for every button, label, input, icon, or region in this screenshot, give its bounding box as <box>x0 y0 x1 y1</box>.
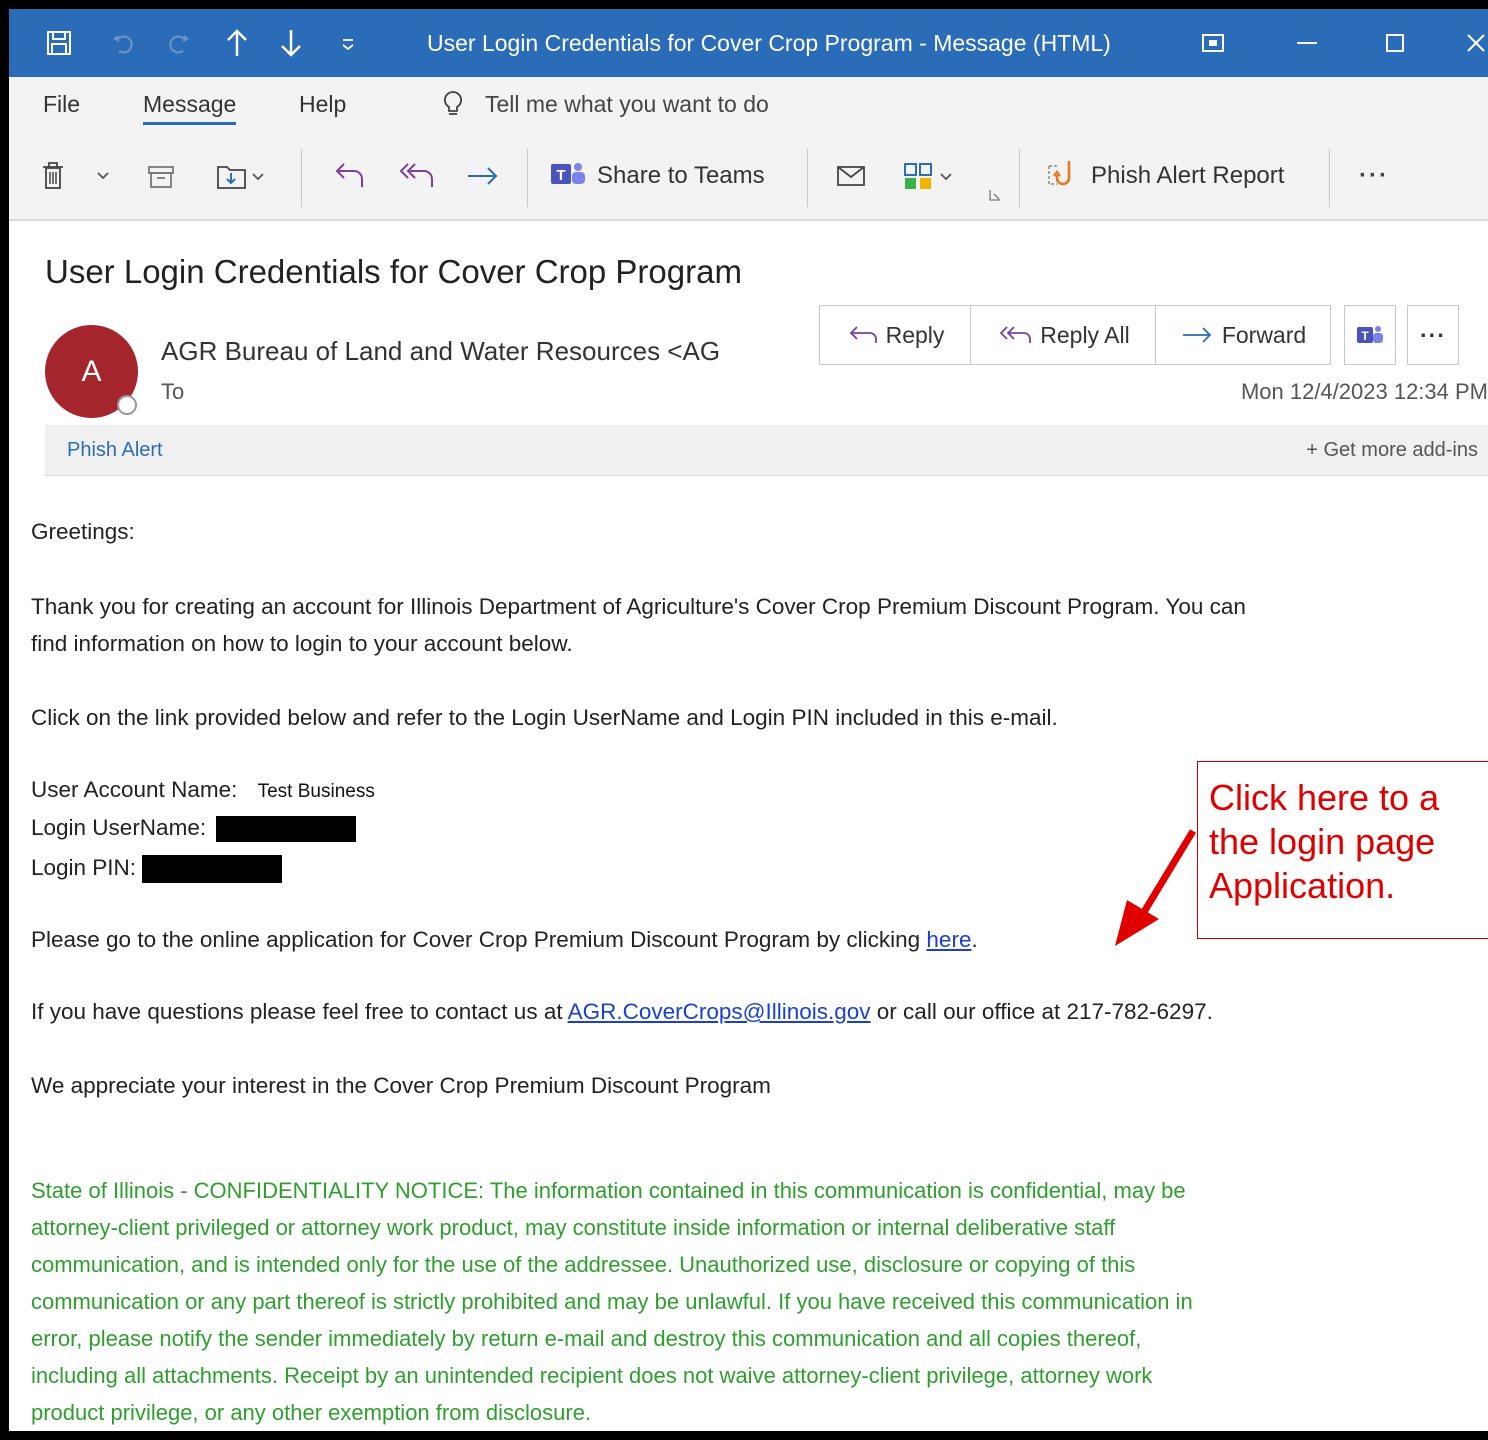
svg-text:T: T <box>1361 329 1369 343</box>
body-paragraph-5: We appreciate your interest in the Cover… <box>31 1073 771 1098</box>
redacted-username <box>216 816 357 843</box>
greeting: Greetings: <box>31 519 135 544</box>
login-pin-label: Login PIN: <box>31 855 137 880</box>
restore-icon[interactable] <box>1193 9 1233 77</box>
ribbon-tabs: File Message Help Tell me what you want … <box>9 77 1488 135</box>
lightbulb-icon <box>441 89 465 124</box>
next-item-icon[interactable] <box>271 9 311 77</box>
outlook-message-window: User Login Credentials for Cover Crop Pr… <box>9 9 1488 1431</box>
callout-line: Application. <box>1209 865 1396 906</box>
confidentiality-notice-line: including all attachments. Receipt by an… <box>31 1363 1153 1388</box>
minimize-icon[interactable] <box>1287 9 1327 77</box>
reply-all-icon <box>999 326 1032 343</box>
body-paragraph-2: Click on the link provided below and ref… <box>31 705 1058 730</box>
more-commands-button[interactable]: ··· <box>1349 155 1399 197</box>
window-title: User Login Credentials for Cover Crop Pr… <box>427 30 1111 56</box>
application-text: Please go to the online application for … <box>31 927 927 952</box>
delete-icon[interactable] <box>35 155 71 197</box>
close-icon[interactable] <box>1461 9 1488 77</box>
share-to-teams-label: Share to Teams <box>597 162 765 189</box>
login-username-line: Login UserName: <box>31 815 357 843</box>
svg-text:T: T <box>556 167 565 184</box>
tell-me-search[interactable]: Tell me what you want to do <box>485 91 769 118</box>
reply-label: Reply <box>885 321 945 348</box>
get-more-addins-link[interactable]: + Get more add-ins <box>1306 439 1478 462</box>
tab-message[interactable]: Message <box>143 91 237 125</box>
toolbar-separator <box>1019 149 1020 207</box>
toolbar-separator <box>807 149 808 207</box>
account-name-value: Test Business <box>257 781 375 802</box>
save-icon[interactable] <box>39 9 79 77</box>
customize-toolbar-icon[interactable] <box>333 9 363 77</box>
redo-icon[interactable] <box>159 9 199 77</box>
account-name-line: User Account Name: Test Business <box>31 777 375 803</box>
teams-icon: T <box>1357 326 1383 343</box>
more-actions-button[interactable]: ··· <box>1407 305 1459 365</box>
forward-button[interactable]: Forward <box>1155 305 1331 365</box>
phish-hook-icon <box>1043 158 1083 195</box>
delete-dropdown-chevron-icon[interactable] <box>93 155 113 197</box>
confidentiality-notice-line: State of Illinois - CONFIDENTIALITY NOTI… <box>31 1178 1186 1203</box>
teams-icon: T <box>549 159 589 194</box>
message-timestamp: Mon 12/4/2023 12:34 PM <box>1240 379 1488 404</box>
addin-bar: Phish Alert + Get more add-ins <box>45 425 1488 476</box>
confidentiality-notice-line: communication, and is intended only for … <box>31 1252 1136 1277</box>
login-pin-line: Login PIN: <box>31 855 283 884</box>
toolbar-separator <box>301 149 302 207</box>
toolbar-separator <box>1329 149 1330 207</box>
tab-help[interactable]: Help <box>299 91 346 118</box>
login-username-label: Login UserName: <box>31 815 207 840</box>
undo-icon[interactable] <box>103 9 143 77</box>
move-icon[interactable] <box>209 155 271 197</box>
recipient-to-label: To <box>161 379 185 404</box>
callout-line: Click here to a <box>1209 777 1440 818</box>
contact-text: If you have questions please feel free t… <box>31 999 568 1024</box>
ribbon-toolbar: T Share to Teams Phish Alert Report ··· <box>9 135 1488 221</box>
confidentiality-notice-line: attorney-client privileged or attorney w… <box>31 1215 1116 1240</box>
reply-icon[interactable] <box>327 155 371 197</box>
reply-button[interactable]: Reply <box>819 305 971 365</box>
reply-icon <box>849 326 877 343</box>
presence-status-icon <box>117 395 137 415</box>
forward-icon[interactable] <box>461 155 505 197</box>
body-paragraph-1-line-2: find information on how to login to your… <box>31 631 573 656</box>
contact-email-link[interactable]: AGR.CoverCrops@Illinois.gov <box>568 999 871 1024</box>
account-name-label: User Account Name: <box>31 777 238 802</box>
title-bar: User Login Credentials for Cover Crop Pr… <box>9 9 1488 77</box>
previous-item-icon[interactable] <box>217 9 257 77</box>
maximize-icon[interactable] <box>1375 9 1415 77</box>
application-here-link[interactable]: here <box>926 927 971 952</box>
confidentiality-notice-line: error, please notify the sender immediat… <box>31 1326 1142 1351</box>
unread-mail-icon[interactable] <box>829 155 873 197</box>
body-paragraph-4: If you have questions please feel free t… <box>31 999 1213 1025</box>
categorize-icon[interactable] <box>897 155 961 197</box>
confidentiality-notice-line: communication or any part thereof is str… <box>31 1289 1193 1314</box>
phish-alert-report-label: Phish Alert Report <box>1091 162 1285 189</box>
message-actions: Reply Reply All Forward T ··· <box>819 305 1459 367</box>
toolbar-separator <box>527 149 528 207</box>
annotation-callout: Click here to a the login page Applicati… <box>1197 761 1488 939</box>
reply-all-icon[interactable] <box>391 155 441 197</box>
reply-all-label: Reply All <box>1040 321 1130 348</box>
share-to-teams-button[interactable]: T Share to Teams <box>549 155 789 197</box>
message-subject: User Login Credentials for Cover Crop Pr… <box>45 253 742 290</box>
phish-alert-addin-link[interactable]: Phish Alert <box>67 439 163 462</box>
body-paragraph-3: Please go to the online application for … <box>31 927 978 953</box>
dialog-launcher-icon[interactable] <box>985 185 1005 205</box>
reply-all-button[interactable]: Reply All <box>970 305 1156 365</box>
teams-share-button[interactable]: T <box>1344 305 1396 365</box>
contact-phone-text: or call our office at 217-782-6297. <box>870 999 1213 1024</box>
tab-file[interactable]: File <box>43 91 80 118</box>
confidentiality-notice-line: product privilege, or any other exemptio… <box>31 1400 592 1425</box>
body-paragraph-1-line-1: Thank you for creating an account for Il… <box>31 594 1246 619</box>
forward-icon <box>1182 327 1212 343</box>
application-text-end: . <box>971 927 978 952</box>
forward-label: Forward <box>1221 321 1307 348</box>
redacted-pin <box>142 855 283 884</box>
callout-line: the login page <box>1209 821 1436 862</box>
archive-icon[interactable] <box>143 155 179 197</box>
sender-name[interactable]: AGR Bureau of Land and Water Resources <… <box>161 336 720 367</box>
phish-alert-report-button[interactable]: Phish Alert Report <box>1043 155 1313 197</box>
